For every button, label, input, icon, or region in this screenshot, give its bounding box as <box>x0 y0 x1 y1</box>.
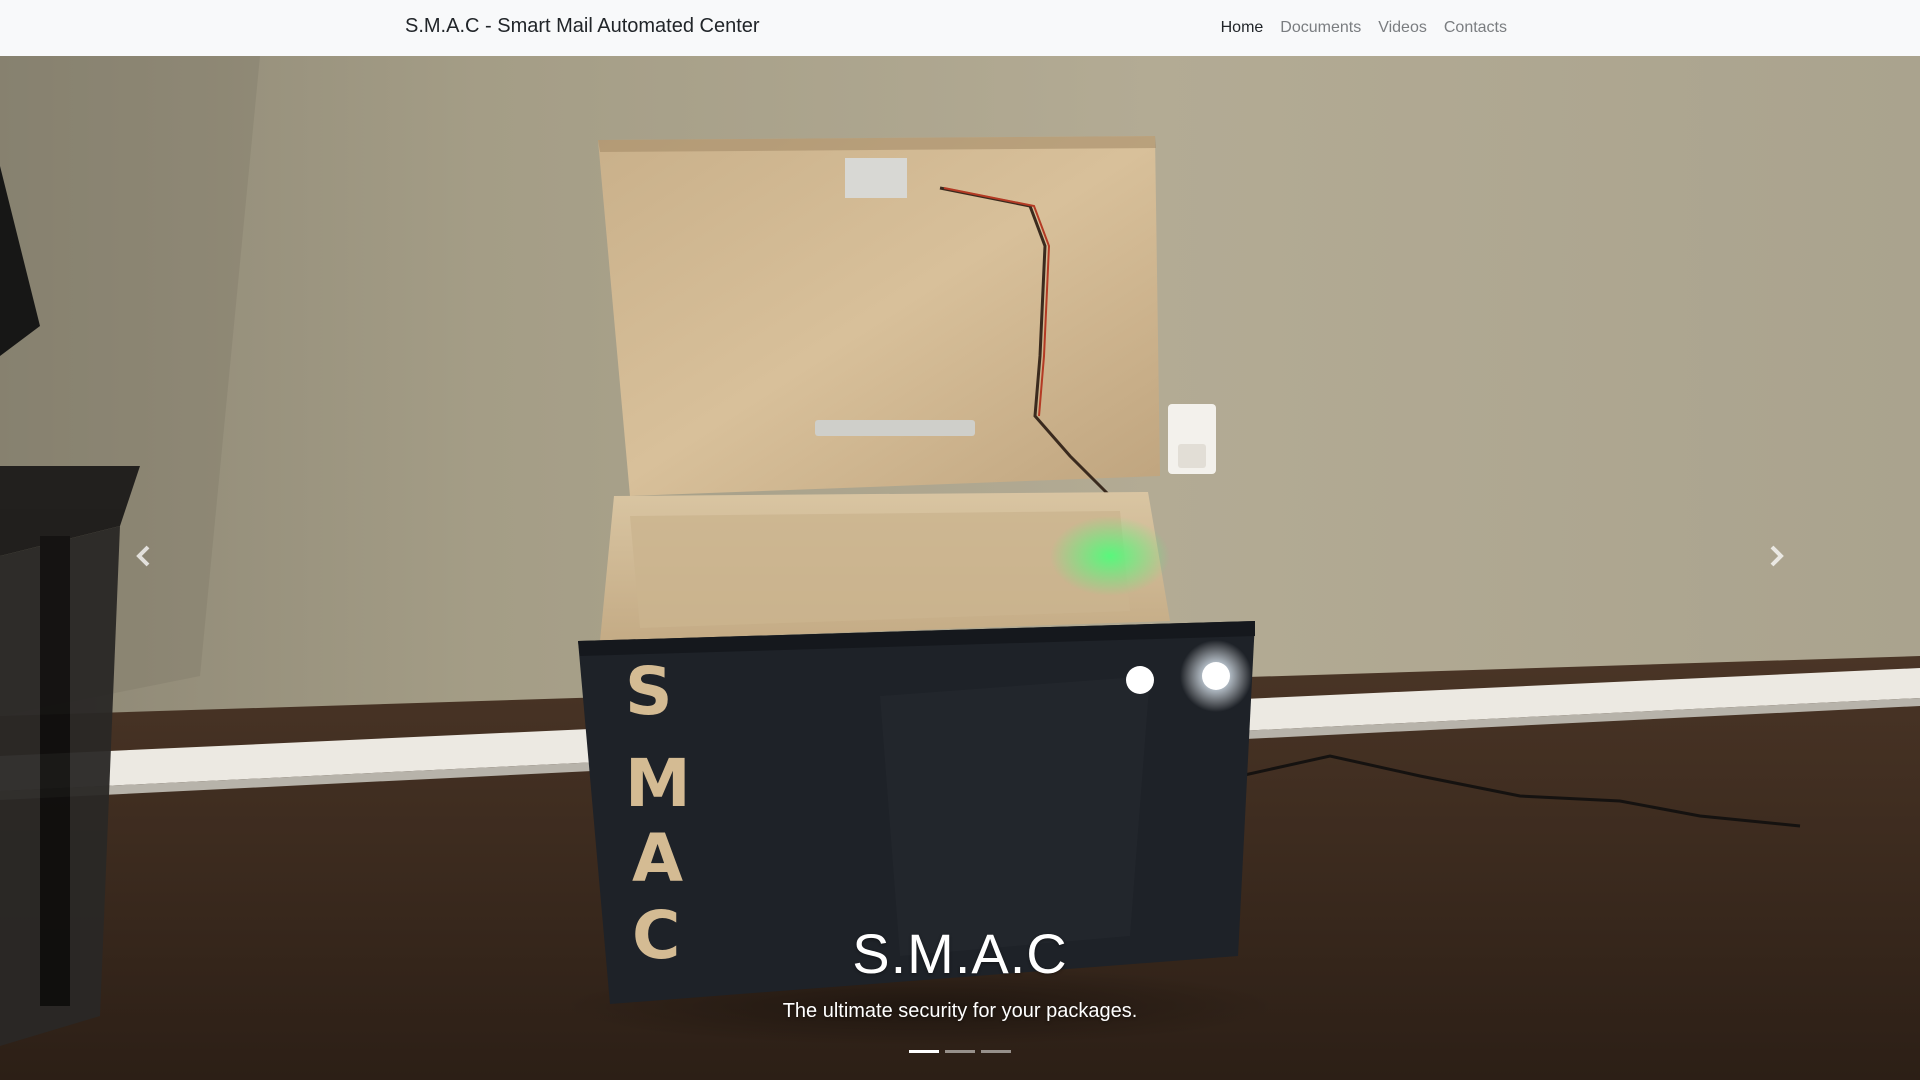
carousel-prev-button[interactable] <box>0 56 288 1080</box>
box-interior <box>600 492 1170 641</box>
nav-link-videos[interactable]: Videos <box>1378 19 1427 37</box>
chevron-right-icon <box>1770 545 1784 567</box>
box-lid <box>598 136 1160 498</box>
hero-carousel: S M A C S.M.A.C The ultimate security fo… <box>0 56 1920 1080</box>
brand-link[interactable]: S.M.A.C - Smart Mail Automated Center <box>405 15 760 38</box>
nav-link-documents[interactable]: Documents <box>1280 19 1361 37</box>
nav-link-contacts[interactable]: Contacts <box>1444 19 1507 37</box>
carousel-indicator-2[interactable] <box>945 1050 975 1053</box>
nav-link-home[interactable]: Home <box>1221 19 1264 37</box>
wall-outlet <box>1168 404 1216 474</box>
carousel-indicator-1[interactable] <box>909 1050 939 1053</box>
chevron-left-icon <box>136 545 150 567</box>
box-letter-s: S <box>625 653 673 730</box>
nav-links: Home Documents Videos Contacts <box>1204 0 1507 56</box>
box-letter-a: A <box>632 820 683 897</box>
carousel-next-button[interactable] <box>1632 56 1920 1080</box>
navbar: S.M.A.C - Smart Mail Automated Center Ho… <box>0 0 1920 56</box>
box-letter-m: M <box>625 745 691 822</box>
carousel-indicators <box>0 1050 1920 1053</box>
carousel-indicator-3[interactable] <box>981 1050 1011 1053</box>
